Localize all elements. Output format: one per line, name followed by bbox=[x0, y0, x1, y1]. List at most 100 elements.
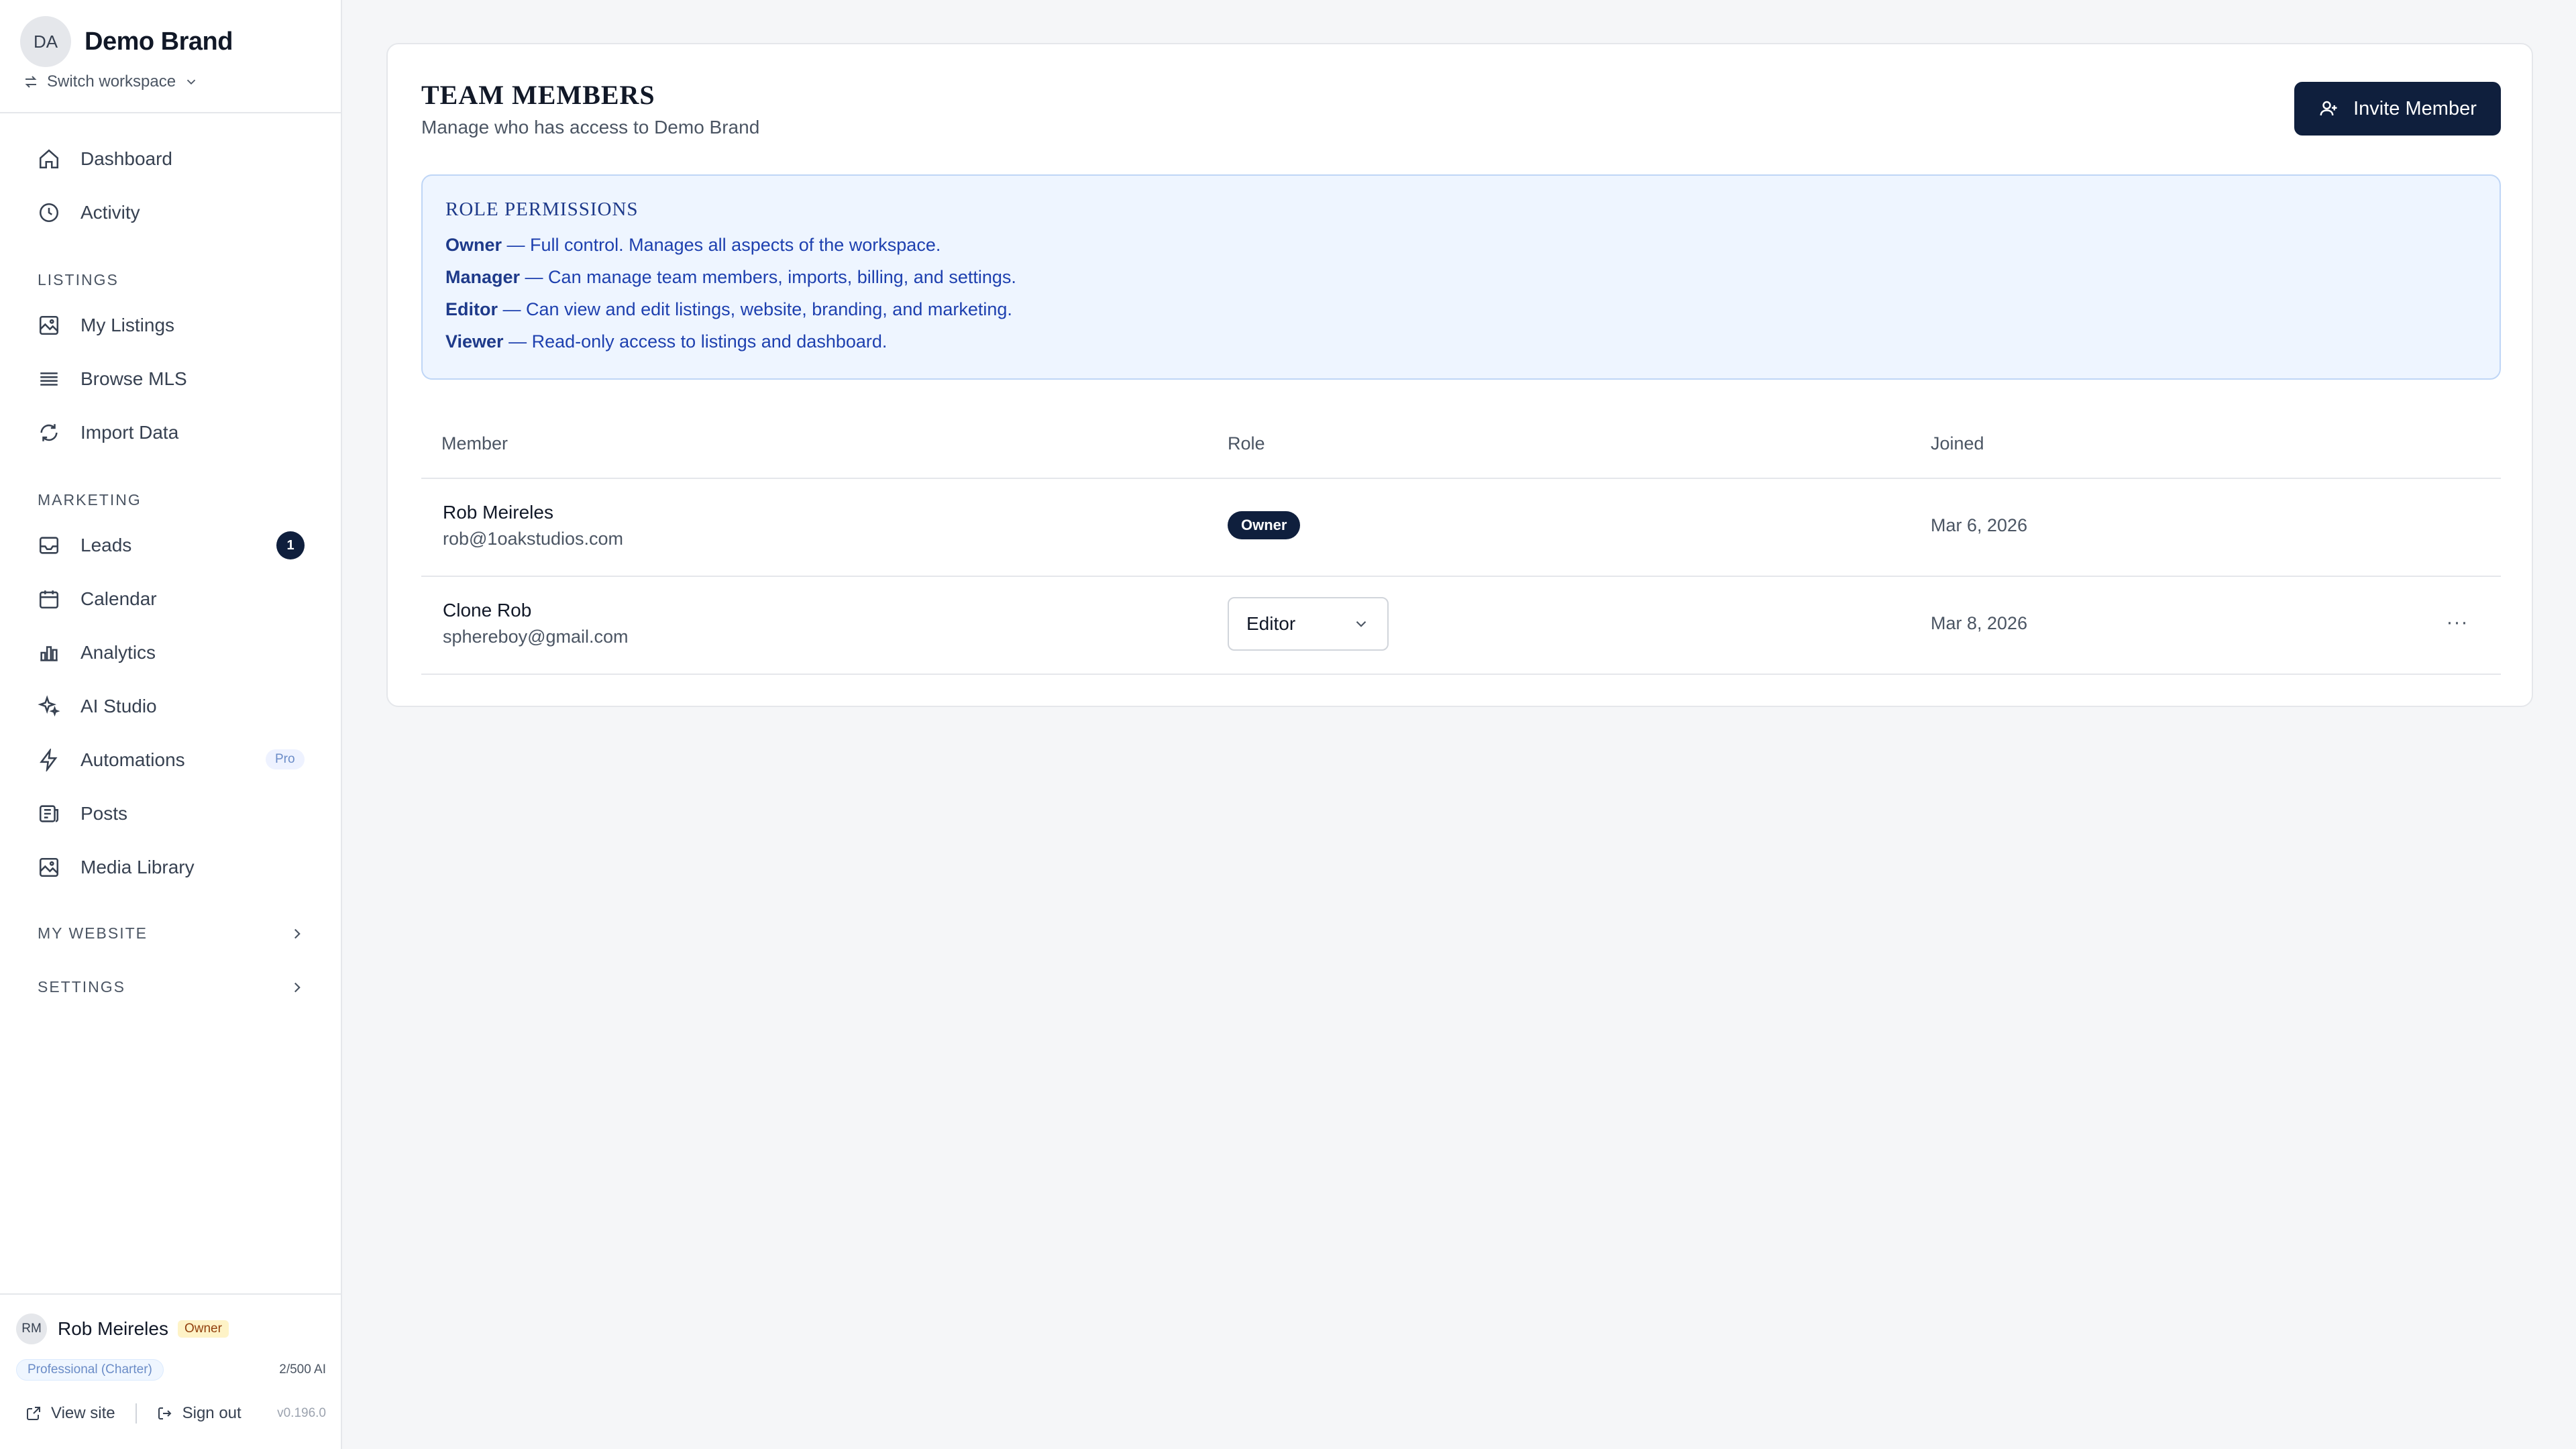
joined-date: Mar 6, 2026 bbox=[1931, 515, 2028, 535]
member-email: rob@1oakstudios.com bbox=[443, 529, 624, 549]
view-site-link[interactable]: View site bbox=[25, 1404, 115, 1423]
member-email: sphereboy@gmail.com bbox=[443, 627, 629, 647]
section-label-listings: LISTINGS bbox=[38, 271, 119, 288]
sidebar-item-my-listings[interactable]: My Listings bbox=[38, 309, 306, 342]
role-description: — Full control. Manages all aspects of t… bbox=[502, 235, 941, 255]
sidebar: DA Demo Brand Switch workspace Dashboard… bbox=[0, 0, 342, 1449]
table-divider bbox=[421, 478, 2501, 479]
page-subtitle: Manage who has access to Demo Brand bbox=[421, 117, 760, 138]
team-members-card: TEAM MEMBERS Manage who has access to De… bbox=[386, 43, 2533, 707]
workspace-header[interactable]: DA Demo Brand bbox=[20, 16, 233, 67]
role-select[interactable]: Editor bbox=[1228, 597, 1389, 651]
table-divider bbox=[421, 576, 2501, 577]
home-icon bbox=[39, 149, 59, 169]
sidebar-item-activity[interactable]: Activity bbox=[38, 196, 306, 229]
sidebar-item-label: Analytics bbox=[80, 642, 156, 663]
workspace-avatar: DA bbox=[20, 16, 71, 67]
sign-out-label: Sign out bbox=[182, 1404, 241, 1422]
sidebar-item-label: Activity bbox=[80, 202, 140, 223]
sign-out-icon bbox=[158, 1407, 172, 1419]
chevron-down-icon bbox=[1356, 621, 1366, 627]
chevron-right-icon bbox=[294, 982, 301, 992]
sidebar-item-label: Posts bbox=[80, 803, 128, 824]
sidebar-item-label: AI Studio bbox=[80, 696, 157, 716]
lightning-icon bbox=[40, 749, 58, 771]
role-permissions-panel: ROLE PERMISSIONS Owner — Full control. M… bbox=[421, 174, 2501, 380]
section-my-website[interactable]: MY WEBSITE bbox=[38, 924, 306, 943]
role-name: Viewer bbox=[445, 331, 504, 352]
switch-workspace-label: Switch workspace bbox=[47, 72, 176, 91]
current-user: RM Rob Meireles Owner bbox=[16, 1313, 229, 1344]
avatar: RM bbox=[16, 1313, 47, 1344]
switch-workspace-button[interactable]: Switch workspace bbox=[23, 72, 199, 91]
clock-icon bbox=[39, 203, 59, 223]
pro-badge: Pro bbox=[266, 749, 305, 769]
calendar-icon bbox=[39, 590, 59, 609]
image-icon bbox=[39, 315, 59, 335]
plan-row: Professional (Charter) 2/500 AI bbox=[16, 1359, 326, 1381]
sidebar-divider bbox=[0, 112, 341, 113]
sidebar-item-leads[interactable]: Leads bbox=[38, 529, 306, 562]
member-name: Clone Rob bbox=[443, 600, 532, 621]
section-label: MY WEBSITE bbox=[38, 924, 148, 942]
permission-manager: Manager — Can manage team members, impor… bbox=[445, 267, 1016, 288]
more-actions-button[interactable]: ··· bbox=[2440, 608, 2474, 637]
role-name: Editor bbox=[445, 299, 498, 319]
member-name: Rob Meireles bbox=[443, 502, 553, 523]
role-permissions-title: ROLE PERMISSIONS bbox=[445, 199, 639, 220]
page-title: TEAM MEMBERS bbox=[421, 80, 655, 110]
user-plus-icon bbox=[2320, 101, 2337, 116]
sidebar-footer-divider bbox=[0, 1293, 341, 1295]
sidebar-item-label: Dashboard bbox=[80, 148, 172, 169]
role-badge-owner: Owner bbox=[1228, 511, 1301, 539]
list-icon bbox=[40, 372, 58, 386]
sidebar-item-label: Browse MLS bbox=[80, 368, 187, 389]
sign-out-button[interactable]: Sign out bbox=[157, 1404, 241, 1423]
sidebar-item-label: Media Library bbox=[80, 857, 195, 877]
sidebar-item-ai-studio[interactable]: AI Studio bbox=[38, 690, 306, 723]
ai-usage-count: 2/500 AI bbox=[279, 1362, 326, 1377]
permission-viewer: Viewer — Read-only access to listings an… bbox=[445, 331, 887, 352]
sidebar-item-label: My Listings bbox=[80, 315, 175, 335]
sidebar-item-import-data[interactable]: Import Data bbox=[38, 416, 306, 449]
sidebar-item-label: Import Data bbox=[80, 422, 179, 443]
chevron-right-icon bbox=[294, 928, 301, 938]
swap-arrows-icon bbox=[25, 76, 37, 88]
role-select-value: Editor bbox=[1246, 613, 1296, 634]
newspaper-icon bbox=[39, 805, 59, 822]
plan-badge: Professional (Charter) bbox=[16, 1359, 164, 1381]
sidebar-item-analytics[interactable]: Analytics bbox=[38, 636, 306, 669]
column-header-member: Member bbox=[441, 433, 508, 453]
refresh-icon bbox=[40, 424, 58, 441]
workspace-name: Demo Brand bbox=[85, 27, 233, 56]
sidebar-item-label: Leads bbox=[80, 535, 132, 555]
sidebar-item-label: Calendar bbox=[80, 588, 157, 609]
invite-member-button[interactable]: Invite Member bbox=[2294, 82, 2501, 136]
section-label-marketing: MARKETING bbox=[38, 491, 142, 508]
sidebar-item-media-library[interactable]: Media Library bbox=[38, 851, 306, 884]
sidebar-item-browse-mls[interactable]: Browse MLS bbox=[38, 362, 306, 396]
image-icon bbox=[39, 857, 59, 877]
sidebar-item-label: Automations bbox=[80, 749, 185, 770]
sidebar-item-calendar[interactable]: Calendar bbox=[38, 582, 306, 616]
user-name: Rob Meireles bbox=[58, 1318, 168, 1339]
role-name: Owner bbox=[445, 235, 502, 255]
joined-date: Mar 8, 2026 bbox=[1931, 613, 2028, 633]
view-site-label: View site bbox=[51, 1404, 115, 1422]
sidebar-item-dashboard[interactable]: Dashboard bbox=[38, 142, 306, 176]
link-separator bbox=[135, 1403, 137, 1424]
permission-owner: Owner — Full control. Manages all aspect… bbox=[445, 235, 941, 256]
permission-editor: Editor — Can view and edit listings, web… bbox=[445, 299, 1012, 320]
sidebar-item-posts[interactable]: Posts bbox=[38, 797, 306, 830]
section-label: SETTINGS bbox=[38, 978, 126, 996]
bar-chart-icon bbox=[40, 646, 58, 661]
chevron-down-icon bbox=[186, 79, 196, 85]
section-settings[interactable]: SETTINGS bbox=[38, 978, 306, 996]
sidebar-bottom-links: View site Sign out v0.196.0 bbox=[25, 1403, 326, 1424]
table-divider bbox=[421, 674, 2501, 675]
role-description: — Can view and edit listings, website, b… bbox=[498, 299, 1012, 319]
app-version: v0.196.0 bbox=[277, 1406, 326, 1420]
inbox-icon bbox=[39, 537, 59, 554]
leads-count-badge: 1 bbox=[276, 531, 305, 559]
invite-member-label: Invite Member bbox=[2353, 97, 2477, 119]
